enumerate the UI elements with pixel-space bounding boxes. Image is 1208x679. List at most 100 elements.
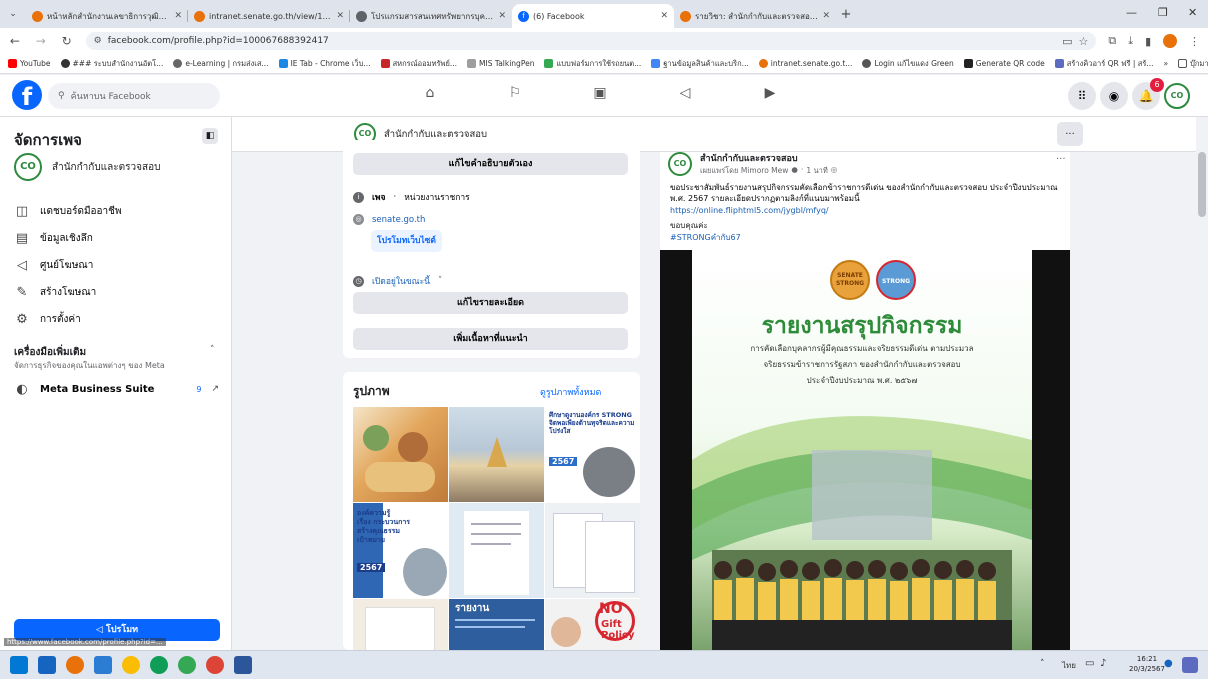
megaphone-icon[interactable]: ◁ xyxy=(675,85,695,105)
network-icon[interactable]: ▭ xyxy=(1085,658,1094,669)
bookmark-item[interactable]: Login แก้ไขแดง Green xyxy=(862,58,954,70)
post-author-name[interactable]: สำนักกำกับและตรวจสอบ xyxy=(700,151,798,165)
bookmark-item[interactable]: บุ๊กมาร์กอื่นๆ xyxy=(1178,58,1208,70)
cast-icon[interactable]: ▭ xyxy=(1062,35,1072,48)
close-window-icon[interactable]: ✕ xyxy=(1188,6,1197,19)
photo-tile[interactable]: NO Gift Policy xyxy=(545,599,640,650)
app-icon[interactable] xyxy=(178,656,196,674)
page-avatar[interactable]: CO xyxy=(1164,83,1190,109)
bookmark-item[interactable]: IE Tab - Chrome เว็บ... xyxy=(278,58,371,70)
home-icon[interactable]: ⌂ xyxy=(420,85,440,105)
speaker-icon[interactable]: ♪ xyxy=(1100,658,1106,669)
promote-website-button[interactable]: โปรโมทเว็บไซต์ xyxy=(371,230,442,252)
browser-tab-active[interactable]: f (6) Facebook ✕ xyxy=(512,4,674,28)
page-avatar[interactable]: CO xyxy=(14,153,42,181)
app-icon[interactable] xyxy=(94,656,112,674)
photo-tile[interactable] xyxy=(545,503,640,598)
browser-tab[interactable]: intranet.senate.go.th/view/1/... ✕ xyxy=(188,4,350,28)
meta-business-suite-link[interactable]: ◐ Meta Business Suite 9 ↗ xyxy=(14,376,219,402)
photo-tile[interactable] xyxy=(449,407,544,502)
post-link[interactable]: https://online.fliphtml5.com/jygbl/mfyq/ xyxy=(670,206,829,215)
sidebar-page-name[interactable]: สำนักกำกับและตรวจสอบ xyxy=(52,160,160,175)
website-link[interactable]: senate.go.th xyxy=(372,215,425,225)
see-all-photos-link[interactable]: ดูรูปภาพทั้งหมด xyxy=(540,385,601,399)
reload-icon[interactable]: ↻ xyxy=(60,34,74,48)
profile-avatar[interactable] xyxy=(1163,34,1178,48)
minimize-icon[interactable]: — xyxy=(1126,6,1137,19)
close-tab-icon[interactable]: ✕ xyxy=(336,11,344,21)
menu-grid-icon[interactable]: ⠿ xyxy=(1068,82,1096,110)
address-bar[interactable]: ⚙ facebook.com/profile.php?id=1000676883… xyxy=(85,32,1097,50)
back-arrow-icon[interactable]: ← xyxy=(8,34,22,48)
bookmark-item[interactable]: YouTube xyxy=(8,59,51,68)
dashboard-icon[interactable]: ▣ xyxy=(590,85,610,105)
photo-tile[interactable]: รายงาน xyxy=(449,599,544,650)
site-info-icon[interactable]: ⚙ xyxy=(94,36,102,46)
edit-bio-button[interactable]: แก้ไขคำอธิบายตัวเอง xyxy=(353,153,628,175)
chevron-down-icon[interactable]: ˅ xyxy=(438,276,442,286)
tab-search-icon[interactable]: ⌄ xyxy=(0,9,26,19)
scrollbar-thumb[interactable] xyxy=(1198,152,1206,217)
photo-tile[interactable] xyxy=(449,503,544,598)
open-now-label[interactable]: เปิดอยู่ในขณะนี้ xyxy=(372,274,430,288)
bookmark-star-icon[interactable]: ☆ xyxy=(1078,35,1088,48)
sidebar-item-create-ad[interactable]: ✎ สร้างโฆษณา xyxy=(14,279,219,305)
download-icon[interactable]: ⤓ xyxy=(1128,34,1133,48)
photo-tile[interactable] xyxy=(353,599,448,650)
messenger-icon[interactable]: ◉ xyxy=(1100,82,1128,110)
forward-arrow-icon[interactable]: → xyxy=(34,34,48,48)
post-more-icon[interactable]: ··· xyxy=(1056,154,1066,165)
facebook-logo-icon[interactable]: f xyxy=(12,80,42,111)
notification-icon[interactable]: ● xyxy=(1164,658,1173,669)
chrome-icon[interactable] xyxy=(66,656,84,674)
file-explorer-icon[interactable] xyxy=(38,656,56,674)
close-tab-icon[interactable]: ✕ xyxy=(822,11,830,21)
more-bookmarks-icon[interactable]: » xyxy=(1164,59,1169,68)
page-scrollbar[interactable] xyxy=(1196,117,1208,650)
bookmark-item[interactable]: แบบฟอร์มการใช้รถยนต... xyxy=(544,58,641,70)
add-featured-button[interactable]: เพิ่มเนื้อหาที่แนะนำ xyxy=(353,328,628,350)
post-image[interactable]: SENATE STRONG STRONG รายงานสรุปกิจกรรม ก… xyxy=(660,250,1070,650)
sidebar-item-insights[interactable]: ▤ ข้อมูลเชิงลึก xyxy=(14,225,219,251)
video-icon[interactable]: ▶ xyxy=(760,85,780,105)
app-icon[interactable] xyxy=(1182,657,1198,673)
close-tab-icon[interactable]: ✕ xyxy=(660,11,668,21)
post-time[interactable]: 1 นาที xyxy=(806,165,827,177)
facebook-search-input[interactable]: ⚲ ค้นหาบน Facebook xyxy=(48,83,220,109)
flag-icon[interactable]: ⚐ xyxy=(505,85,525,105)
bookmark-item[interactable]: ### ระบบสำนักงานอัตโ... xyxy=(60,58,163,70)
bookmark-item[interactable]: สหกรณ์ออมทรัพย์... xyxy=(380,58,457,70)
close-tab-icon[interactable]: ✕ xyxy=(498,11,506,21)
new-tab-button[interactable]: + xyxy=(836,7,856,22)
bookmark-item[interactable]: สร้างคิวอาร์ QR ฟรี | สร้... xyxy=(1054,58,1154,70)
sidebar-item-ad-center[interactable]: ◁ ศูนย์โฆษณา xyxy=(14,252,219,278)
bookmark-item[interactable]: ฐานข้อมูลสินค้าและบริก... xyxy=(651,58,749,70)
chrome-icon[interactable] xyxy=(206,656,224,674)
sidepanel-icon[interactable]: ▮ xyxy=(1145,35,1151,48)
bookmark-item[interactable]: intranet.senate.go.t... xyxy=(758,59,852,68)
restore-icon[interactable]: ❐ xyxy=(1158,6,1168,19)
chevron-up-icon[interactable]: ˄ xyxy=(1040,659,1045,669)
browser-tab[interactable]: รายวิชา: สำนักกำกับและตรวจสอบ 2... ✕ xyxy=(674,4,836,28)
bookmark-item[interactable]: Generate QR code xyxy=(963,59,1045,68)
photo-tile[interactable] xyxy=(353,407,448,502)
input-language[interactable]: ไทย xyxy=(1062,659,1076,672)
chrome-icon[interactable] xyxy=(122,656,140,674)
app-icon[interactable] xyxy=(150,656,168,674)
extensions-icon[interactable]: ⧉ xyxy=(1108,34,1116,48)
collapse-sidebar-icon[interactable]: ◧ xyxy=(202,128,218,144)
menu-kebab-icon[interactable]: ⋮ xyxy=(1189,35,1200,48)
browser-tab[interactable]: หน้าหลักสำนักงานเลขาธิการวุฒิสภา ✕ xyxy=(26,4,188,28)
post-author-avatar[interactable]: CO xyxy=(668,152,692,176)
word-icon[interactable] xyxy=(234,656,252,674)
browser-tab[interactable]: โปรแกรมสารสนเทศทรัพยากรบุคคล ✕ xyxy=(350,4,512,28)
sidebar-item-settings[interactable]: ⚙ การตั้งค่า xyxy=(14,306,219,332)
chevron-up-icon[interactable]: ˄ xyxy=(210,345,215,355)
photo-tile[interactable]: องค์ความรู้ เรื่อง กระบวนการ สร้างคุณธรร… xyxy=(353,503,448,598)
edit-details-button[interactable]: แก้ไขรายละเอียด xyxy=(353,292,628,314)
bookmark-item[interactable]: e-Learning | กรมส่งเส... xyxy=(173,58,269,70)
post-hashtag[interactable]: #STRONGคำกับ67 xyxy=(670,231,741,244)
more-options-button[interactable]: ... xyxy=(1057,122,1083,146)
photo-tile[interactable]: ศึกษาดูงานองค์กร STRONG จิตพอเพียงต้านทุจ… xyxy=(545,407,640,502)
close-tab-icon[interactable]: ✕ xyxy=(174,11,182,21)
